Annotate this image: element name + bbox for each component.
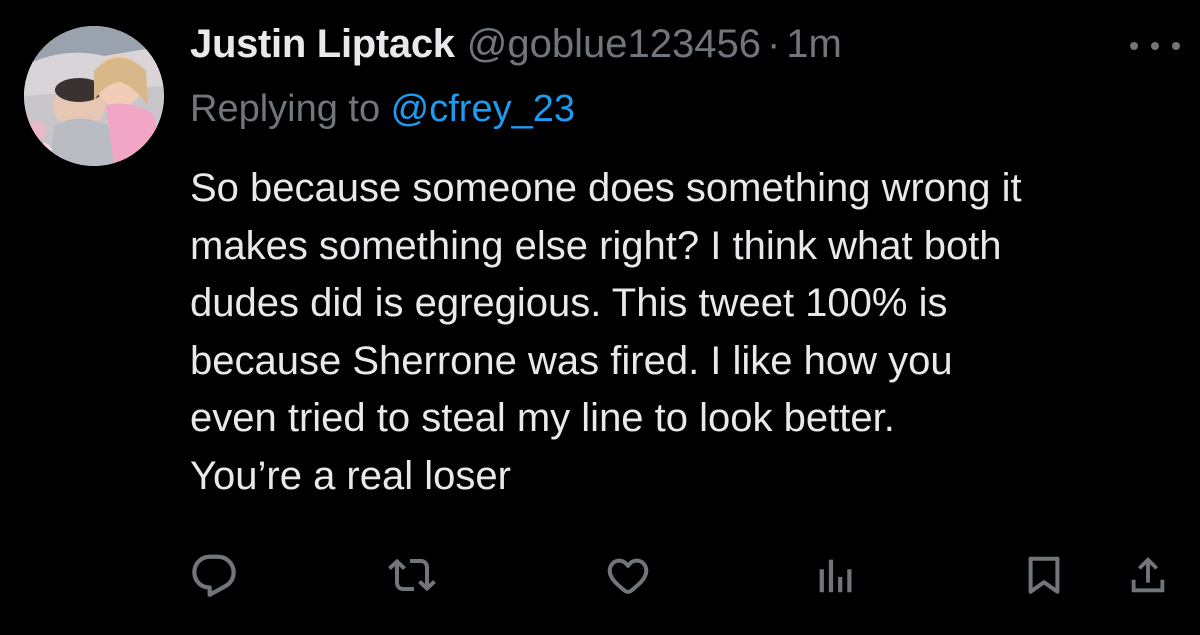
tweet-text: So because someone does something wrong … [190, 160, 1180, 505]
action-bar [0, 545, 1200, 605]
retweet-arrows-icon [388, 558, 436, 592]
tweet[interactable]: Justin Liptack @goblue123456 · 1m Replyi… [0, 0, 1200, 635]
reply-button[interactable] [184, 545, 244, 605]
retweet-button[interactable] [382, 545, 442, 605]
tweet-text-line: So because someone does something wrong … [190, 166, 1022, 210]
share-upload-icon [1131, 556, 1165, 593]
replying-to: Replying to @cfrey_23 [190, 88, 575, 131]
like-button[interactable] [598, 545, 658, 605]
replying-prefix: Replying to [190, 88, 391, 130]
timestamp[interactable]: 1m [786, 22, 842, 67]
speech-bubble-icon [192, 554, 236, 597]
tweet-text-line: You’re a real loser [190, 453, 511, 498]
share-button[interactable] [1118, 545, 1178, 605]
views-button[interactable] [805, 545, 865, 605]
tweet-text-line: even tried to steal my line to look bett… [190, 396, 895, 440]
tweet-text-line: because Sherrone was fired. I like how y… [190, 338, 953, 383]
bookmark-button[interactable] [1014, 545, 1074, 605]
avatar[interactable] [24, 26, 164, 166]
display-name[interactable]: Justin Liptack [190, 22, 455, 67]
bookmark-icon [1028, 556, 1060, 594]
more-options-icon[interactable] [1130, 36, 1180, 56]
dot [1151, 42, 1159, 50]
tweet-text-line: makes something else right? I think what… [190, 223, 1002, 268]
bar-chart-icon [819, 559, 852, 593]
dot [1172, 42, 1180, 50]
tweet-text-line: dudes did is egregious. This tweet 100% … [190, 281, 948, 325]
separator-dot: · [766, 22, 781, 66]
user-handle[interactable]: @goblue123456 [467, 22, 761, 67]
dot [1130, 42, 1138, 50]
replying-to-link[interactable]: @cfrey_23 [391, 88, 575, 130]
tweet-header: Justin Liptack @goblue123456 · 1m [190, 22, 842, 74]
heart-icon [607, 558, 649, 594]
